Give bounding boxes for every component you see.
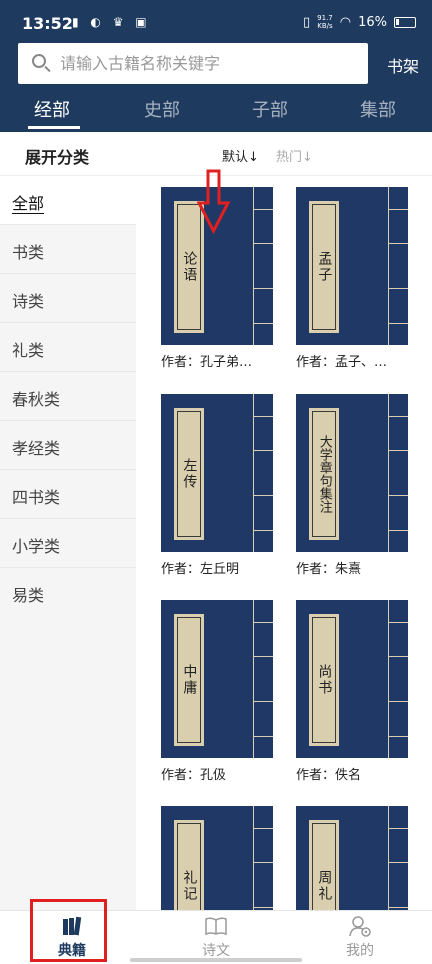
book-author: 作者：孟子、… (296, 355, 388, 370)
sidebar-item-shu[interactable]: 书类 (0, 225, 136, 274)
sidebar-item-label: 孝经类 (12, 439, 61, 458)
book-author: 作者：朱熹 (296, 562, 362, 577)
tab-jingbu[interactable]: 经部 (34, 96, 70, 122)
network-speed: 91.7 KB/s (317, 14, 333, 30)
open-book-icon (205, 917, 227, 936)
sidebar-item-xiaojing[interactable]: 孝经类 (0, 421, 136, 470)
book-cover: 周礼 (296, 806, 408, 910)
sidebar-item-label: 小学类 (12, 537, 61, 556)
bottom-nav: 典籍 诗文 我的 (0, 910, 432, 964)
sidebar-item-label: 礼类 (12, 341, 45, 360)
book-cover: 礼记 (161, 806, 273, 910)
annotation-arrow-icon (197, 169, 231, 235)
bookshelf-button[interactable]: 书架 (387, 53, 419, 77)
status-time: 13:52 (22, 14, 73, 33)
search-box[interactable] (18, 43, 368, 84)
battery-icon (394, 16, 416, 28)
book-cover: 大学章句集注 (296, 394, 408, 552)
sort-hot-button[interactable]: 热门↓ (276, 146, 313, 165)
sidebar-item-label: 诗类 (12, 292, 45, 311)
vibrate-icon: ▯ (303, 14, 311, 30)
sidebar-item-label: 全部 (12, 194, 45, 213)
book-cover: 中庸 (161, 600, 273, 758)
book-author: 作者：孔子弟… (161, 355, 253, 370)
tab-shibu[interactable]: 史部 (144, 96, 180, 122)
nav-label: 典籍 (58, 943, 86, 959)
sidebar-item-chunqiu[interactable]: 春秋类 (0, 372, 136, 421)
gesture-bar (130, 958, 302, 962)
search-input[interactable] (60, 54, 350, 73)
net-speed-value: 91.7 (317, 14, 333, 22)
book-cover: 尚书 (296, 600, 408, 758)
books-icon (63, 916, 82, 936)
book-author: 作者：左丘明 (161, 562, 240, 577)
user-settings-icon (349, 916, 371, 937)
category-sidebar: 全部 书类 诗类 礼类 春秋类 孝经类 四书类 小学类 易类 (0, 176, 136, 910)
book-title: 孟子 (316, 251, 333, 283)
sidebar-item-xiaoxue[interactable]: 小学类 (0, 519, 136, 568)
notification-icons: ▮ ◐ ♛ ▣ (72, 15, 151, 29)
book-title: 中庸 (181, 664, 198, 696)
book-cover: 孟子 (296, 187, 408, 345)
book-title: 大学章句集注 (316, 435, 332, 513)
category-tabs: 经部 史部 子部 集部 (0, 88, 432, 132)
nav-label: 诗文 (202, 943, 230, 959)
active-tab-indicator (28, 126, 80, 129)
search-icon (18, 43, 60, 84)
sidebar-item-label: 四书类 (12, 488, 61, 507)
sidebar-item-li[interactable]: 礼类 (0, 323, 136, 372)
tab-zibu[interactable]: 子部 (252, 96, 288, 122)
book-title: 论语 (181, 251, 198, 283)
book-author: 作者：佚名 (296, 768, 362, 783)
sidebar-item-label: 易类 (12, 586, 45, 605)
tab-jibu[interactable]: 集部 (360, 96, 396, 122)
status-bar: 13:52 ▮ ◐ ♛ ▣ ▯ 91.7 KB/s ◠ 16% (0, 0, 432, 40)
nav-wode[interactable]: 我的 (288, 911, 432, 964)
sidebar-item-label: 春秋类 (12, 390, 61, 409)
app-header: 13:52 ▮ ◐ ♛ ▣ ▯ 91.7 KB/s ◠ 16% 书架 经部 史部… (0, 0, 432, 132)
sidebar-item-label: 书类 (12, 243, 45, 262)
sort-default-button[interactable]: 默认↓ (222, 146, 259, 165)
battery-text: 16% (358, 14, 387, 30)
sidebar-item-shi[interactable]: 诗类 (0, 274, 136, 323)
book-author: 作者：孔伋 (161, 768, 227, 783)
book-title: 礼记 (181, 870, 198, 902)
status-right: ▯ 91.7 KB/s ◠ 16% (303, 14, 416, 30)
sidebar-item-yi[interactable]: 易类 (0, 568, 136, 617)
book-title: 尚书 (316, 664, 333, 696)
book-title: 左传 (181, 458, 198, 490)
book-grid: 论语 作者：孔子弟… 孟子 作者：孟子、… 左传 作者：左丘明 大学章句集注 作… (136, 176, 432, 910)
sidebar-item-sishu[interactable]: 四书类 (0, 470, 136, 519)
nav-dianji[interactable]: 典籍 (0, 911, 144, 964)
net-speed-unit: KB/s (317, 22, 333, 30)
nav-shiwen[interactable]: 诗文 (144, 911, 288, 964)
book-title: 周礼 (316, 870, 333, 902)
nav-label: 我的 (346, 943, 374, 959)
book-cover: 左传 (161, 394, 273, 552)
expand-categories-button[interactable]: 展开分类 (25, 144, 89, 168)
wifi-icon: ◠ (339, 14, 352, 30)
sidebar-item-all[interactable]: 全部 (0, 176, 136, 225)
